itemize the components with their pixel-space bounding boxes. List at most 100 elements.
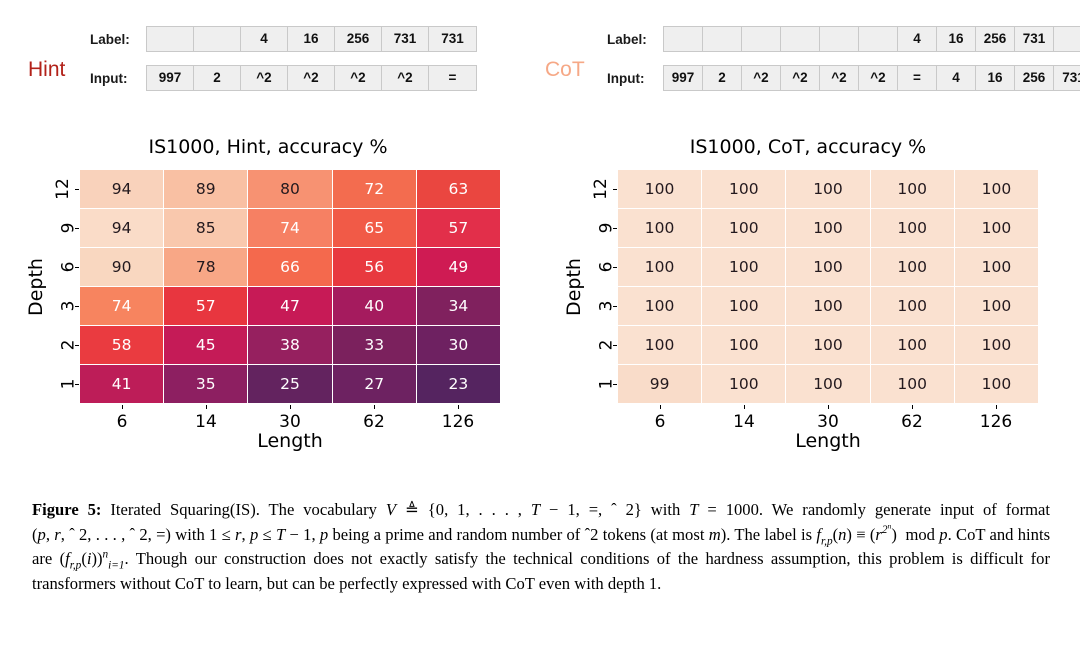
hint-input-cell: 997 xyxy=(147,66,194,90)
cot-input-cell: 16 xyxy=(976,66,1015,90)
hint-label-cell xyxy=(147,27,194,51)
heatmap-hint-cell: 65 xyxy=(332,209,416,247)
heatmap-cot-cell: 100 xyxy=(954,365,1038,403)
heatmap-hint-cell: 45 xyxy=(164,326,248,364)
cot-label-row: Label: 4 16 256 731 xyxy=(607,26,1080,52)
cot-label-cell xyxy=(1054,27,1080,51)
heatmap-cot-ytick: 6 xyxy=(586,248,617,287)
cot-input-cell: = xyxy=(898,66,937,90)
cot-label-cell xyxy=(664,27,703,51)
heatmap-cot-cell: 100 xyxy=(870,326,954,364)
heatmap-hint-cell: 23 xyxy=(416,365,500,403)
heatmap-cot-cell: 100 xyxy=(618,326,702,364)
heatmap-hint-yticks: 12 9 6 3 2 1 xyxy=(48,170,79,403)
heatmap-hint-cell: 41 xyxy=(80,365,164,403)
heatmap-charts: IS1000, Hint, accuracy % Depth 12 9 6 3 2 1 9… xyxy=(0,132,1080,487)
heatmap-cot-xticks: 6 14 30 62 126 xyxy=(618,405,1038,432)
heatmap-hint-cell: 78 xyxy=(164,248,248,286)
heatmap-cot-cell: 100 xyxy=(870,170,954,208)
heatmap-hint-cell: 57 xyxy=(164,287,248,325)
heatmap-cot-ytick: 9 xyxy=(586,209,617,248)
heatmap-hint-ytick: 1 xyxy=(48,364,79,403)
hint-input-cell: ^2 xyxy=(335,66,382,90)
hint-label-cell: 4 xyxy=(241,27,288,51)
heatmap-cot-cell: 100 xyxy=(702,326,786,364)
hint-label-cells: 4 16 256 731 731 xyxy=(146,26,477,52)
heatmap-cot-xlabel: Length xyxy=(795,430,861,452)
heatmap-hint-cell: 30 xyxy=(416,326,500,364)
heatmap-hint-ytick: 2 xyxy=(48,325,79,364)
heatmap-cot-cell: 100 xyxy=(870,209,954,247)
heatmap-hint-cell: 38 xyxy=(248,326,332,364)
heatmap-hint-cell: 66 xyxy=(248,248,332,286)
hint-label-row-name: Label: xyxy=(90,31,130,47)
figure-caption: Figure 5: Iterated Squaring(IS). The voc… xyxy=(32,498,1050,596)
heatmap-cot-cell: 100 xyxy=(954,209,1038,247)
hint-input-cell: 2 xyxy=(194,66,241,90)
cot-label-cell xyxy=(859,27,898,51)
heatmap-hint-cell: 40 xyxy=(332,287,416,325)
cot-input-cell: ^2 xyxy=(781,66,820,90)
heatmap-hint-ytick: 6 xyxy=(48,248,79,287)
heatmap-hint-cell: 72 xyxy=(332,170,416,208)
heatmap-hint-grid: 94 89 80 72 63 94 85 74 65 57 90 78 66 56 49 74 57 47 40 34… xyxy=(80,170,500,403)
hint-label-cell: 256 xyxy=(335,27,382,51)
hint-input-cells: 997 2 ^2 ^2 ^2 ^2 = xyxy=(146,65,477,91)
heatmap-hint-xtick: 14 xyxy=(164,405,248,432)
heatmap-cot-ylabel: Depth xyxy=(563,258,585,316)
cot-input-cell: 256 xyxy=(1015,66,1054,90)
heatmap-hint-cell: 63 xyxy=(416,170,500,208)
heatmap-hint-cell: 80 xyxy=(248,170,332,208)
cot-input-row-name: Input: xyxy=(607,70,645,86)
cot-input-cell: ^2 xyxy=(859,66,898,90)
heatmap-hint-cell: 90 xyxy=(80,248,164,286)
heatmap-hint-cell: 85 xyxy=(164,209,248,247)
heatmap-cot-cell: 100 xyxy=(870,248,954,286)
heatmap-hint-cell: 27 xyxy=(332,365,416,403)
cot-label-row-name: Label: xyxy=(607,31,647,47)
hint-label-cell: 731 xyxy=(429,27,476,51)
cot-label-cell: 256 xyxy=(976,27,1015,51)
hint-input-cell: ^2 xyxy=(288,66,335,90)
heatmap-cot-ytick: 1 xyxy=(586,364,617,403)
cot-panel: CoT Label: 4 16 256 731 Input: 997 2 ^2 ^2 ^2 ^2… xyxy=(545,26,1080,91)
heatmap-hint-cell: 33 xyxy=(332,326,416,364)
heatmap-cot-xtick: 14 xyxy=(702,405,786,432)
hint-panel: Hint Label: 4 16 256 731 731 Input: 997 2 ^2 ^2… xyxy=(28,26,477,91)
heatmap-cot: IS1000, CoT, accuracy % Depth 12 9 6 3 2 1 10… xyxy=(558,132,1058,487)
heatmap-cot-cell: 100 xyxy=(702,287,786,325)
heatmap-hint-cell: 74 xyxy=(80,287,164,325)
cot-input-cell: 4 xyxy=(937,66,976,90)
heatmap-cot-ytick: 12 xyxy=(586,170,617,209)
heatmap-hint-cell: 47 xyxy=(248,287,332,325)
hint-label-cell: 731 xyxy=(382,27,429,51)
heatmap-cot-cell: 100 xyxy=(954,170,1038,208)
cot-label-cell: 731 xyxy=(1015,27,1054,51)
heatmap-hint-cell: 94 xyxy=(80,170,164,208)
heatmap-hint-cell: 34 xyxy=(416,287,500,325)
hint-input-cell: = xyxy=(429,66,476,90)
cot-label-cell xyxy=(820,27,859,51)
heatmap-cot-cell: 100 xyxy=(618,248,702,286)
heatmap-hint-cell: 25 xyxy=(248,365,332,403)
token-diagram-area: Hint Label: 4 16 256 731 731 Input: 997 2 ^2 ^2… xyxy=(0,0,1080,130)
heatmap-cot-cell: 100 xyxy=(786,365,870,403)
hint-input-cell: ^2 xyxy=(382,66,429,90)
heatmap-cot-cell: 100 xyxy=(618,287,702,325)
heatmap-cot-cell: 100 xyxy=(786,287,870,325)
hint-rows: Label: 4 16 256 731 731 Input: 997 2 ^2 ^2 ^2 ^2 = xyxy=(90,26,477,91)
heatmap-cot-xtick: 30 xyxy=(786,405,870,432)
hint-panel-title: Hint xyxy=(28,57,66,81)
heatmap-hint-xlabel: Length xyxy=(257,430,323,452)
cot-input-cell: 731 xyxy=(1054,66,1080,90)
heatmap-cot-cell: 100 xyxy=(786,170,870,208)
heatmap-cot-cell: 100 xyxy=(786,326,870,364)
heatmap-cot-cell: 100 xyxy=(702,248,786,286)
cot-input-cell: 2 xyxy=(703,66,742,90)
heatmap-hint-cell: 94 xyxy=(80,209,164,247)
hint-input-cell: ^2 xyxy=(241,66,288,90)
heatmap-cot-cell: 100 xyxy=(702,170,786,208)
heatmap-hint-xtick: 30 xyxy=(248,405,332,432)
heatmap-cot-cell: 100 xyxy=(702,365,786,403)
heatmap-cot-title: IS1000, CoT, accuracy % xyxy=(689,136,927,158)
